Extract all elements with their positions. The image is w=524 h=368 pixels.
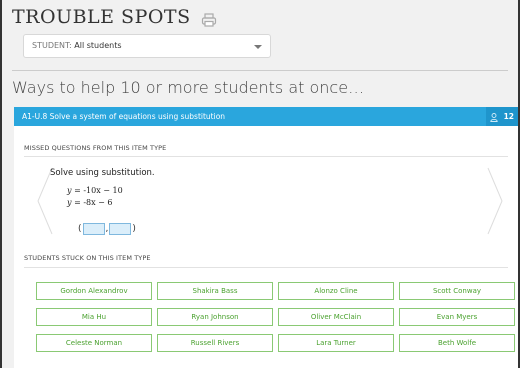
- answer-open-paren: (: [78, 224, 82, 234]
- page-title-row: TROUBLE SPOTS: [12, 6, 217, 28]
- student-button[interactable]: Shakira Bass: [157, 282, 273, 300]
- student-button[interactable]: Russell Rivers: [157, 334, 273, 352]
- student-filter-select[interactable]: STUDENT: All students: [23, 34, 271, 58]
- user-icon: [490, 112, 498, 122]
- page-title: TROUBLE SPOTS: [12, 6, 191, 28]
- answer-y-input[interactable]: [109, 223, 132, 235]
- answer-pair: ( , ): [78, 223, 136, 235]
- equation-2: y = ‑8x − 6: [67, 198, 113, 207]
- answer-x-input[interactable]: [82, 223, 105, 235]
- trouble-spots-page: TROUBLE SPOTS STUDENT: All students Ways…: [0, 0, 520, 368]
- header-divider: [12, 70, 508, 71]
- equation-1-rhs: = ‑10x − 10: [74, 186, 123, 195]
- chevron-down-icon: [254, 45, 262, 49]
- answer-comma: ,: [105, 224, 109, 234]
- student-button[interactable]: Gordon Alexandrov: [36, 282, 152, 300]
- missed-separator: [24, 156, 508, 157]
- student-button[interactable]: Scott Conway: [399, 282, 515, 300]
- student-filter-value: All students: [74, 41, 122, 50]
- student-button[interactable]: Beth Wolfe: [399, 334, 515, 352]
- stuck-separator: [24, 267, 508, 268]
- student-button[interactable]: Ryan Johnson: [157, 308, 273, 326]
- missed-questions-label: MISSED QUESTIONS FROM THIS ITEM TYPE: [24, 144, 167, 152]
- student-button[interactable]: Celeste Norman: [36, 334, 152, 352]
- student-button[interactable]: Evan Myers: [399, 308, 515, 326]
- skill-name: A1-U.8 Solve a system of equations using…: [22, 112, 226, 121]
- answer-close-paren: ): [132, 224, 136, 234]
- student-button[interactable]: Lara Turner: [278, 334, 394, 352]
- skill-detail-panel: MISSED QUESTIONS FROM THIS ITEM TYPE Sol…: [14, 126, 518, 368]
- skill-bar[interactable]: A1-U.8 Solve a system of equations using…: [14, 107, 518, 126]
- students-stuck-label: STUDENTS STUCK ON THIS ITEM TYPE: [24, 254, 151, 262]
- student-button[interactable]: Oliver McClain: [278, 308, 394, 326]
- student-button[interactable]: Mia Hu: [36, 308, 152, 326]
- question-prompt: Solve using substitution.: [50, 168, 155, 178]
- section-heading: Ways to help 10 or more students at once…: [12, 78, 365, 97]
- equation-2-rhs: = ‑8x − 6: [74, 198, 113, 207]
- student-grid: Gordon Alexandrov Shakira Bass Alonzo Cl…: [36, 282, 515, 352]
- student-filter-label: STUDENT:: [32, 41, 72, 50]
- chevron-right-icon[interactable]: [486, 166, 504, 236]
- student-button[interactable]: Alonzo Cline: [278, 282, 394, 300]
- print-icon[interactable]: [201, 10, 217, 27]
- equation-1: y = ‑10x − 10: [67, 186, 123, 195]
- equation-1-var: y: [67, 186, 72, 195]
- skill-student-count[interactable]: 12: [486, 107, 518, 126]
- skill-count-value: 12: [503, 112, 515, 121]
- equation-2-var: y: [67, 198, 72, 207]
